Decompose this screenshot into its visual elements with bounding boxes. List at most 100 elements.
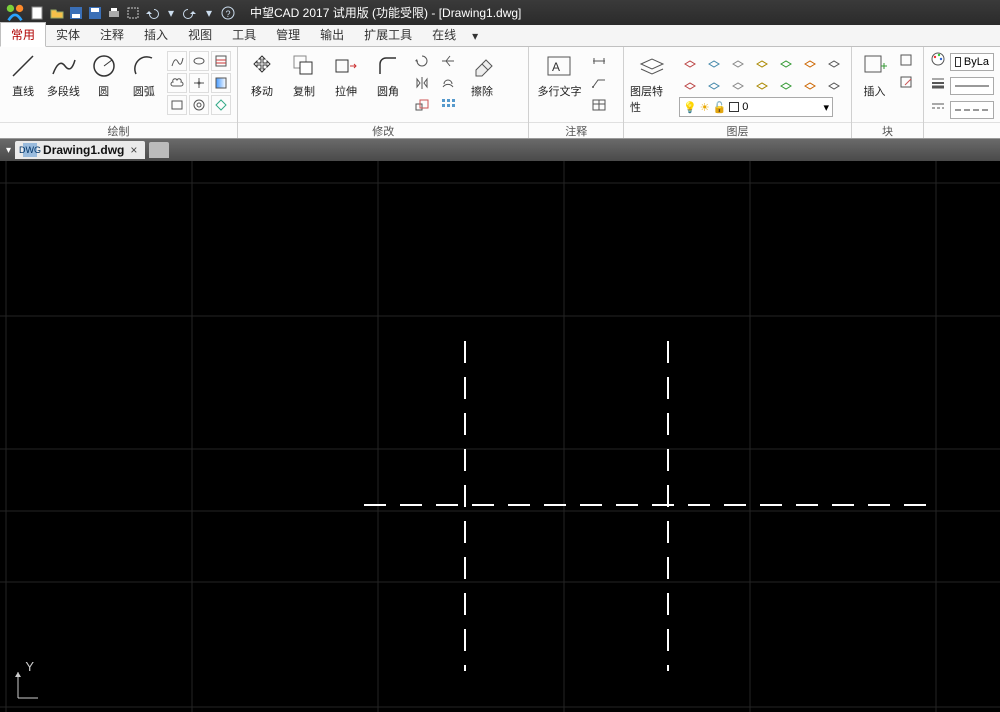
new-tab-button[interactable] xyxy=(149,142,169,158)
linetype-selector[interactable] xyxy=(950,101,994,119)
layer-on-icon[interactable] xyxy=(775,51,797,71)
drawing-canvas[interactable]: Y xyxy=(0,161,1000,712)
create-block-icon[interactable] xyxy=(897,51,917,71)
point-icon[interactable] xyxy=(189,73,209,93)
panel-draw-label: 绘制 xyxy=(0,122,237,138)
donut-icon[interactable] xyxy=(189,95,209,115)
edit-block-icon[interactable] xyxy=(897,73,917,93)
circle-label: 圆 xyxy=(98,83,109,99)
table-icon[interactable] xyxy=(589,95,609,115)
layer-thaw-icon[interactable] xyxy=(799,51,821,71)
rectangle-icon[interactable] xyxy=(167,95,187,115)
panel-properties: ByLa xyxy=(924,47,1000,138)
tab-online[interactable]: 在线 xyxy=(422,23,466,46)
linetype-icon xyxy=(930,99,946,120)
grid-lines xyxy=(0,161,1000,712)
tab-extension[interactable]: 扩展工具 xyxy=(354,23,422,46)
layer-off-icon[interactable] xyxy=(679,51,701,71)
insert-block-label: 插入 xyxy=(864,83,886,99)
hatch-icon[interactable] xyxy=(211,51,231,71)
open-icon[interactable] xyxy=(49,5,65,21)
array-icon[interactable] xyxy=(438,95,458,115)
tab-annotate[interactable]: 注释 xyxy=(90,23,134,46)
undo-icon[interactable] xyxy=(144,5,160,21)
spline-icon[interactable] xyxy=(167,51,187,71)
layer-props-icon xyxy=(637,51,667,81)
move-button[interactable]: 移动 xyxy=(244,51,280,99)
gradient-icon[interactable] xyxy=(211,73,231,93)
redo-icon[interactable] xyxy=(182,5,198,21)
fillet-button[interactable]: 圆角 xyxy=(370,51,406,99)
undo-dropdown-icon[interactable]: ▾ xyxy=(163,5,179,21)
lineweight-selector[interactable] xyxy=(950,77,994,95)
insert-block-button[interactable]: 插入 xyxy=(858,51,891,99)
document-tab-title: Drawing1.dwg xyxy=(43,143,124,157)
layer-match-icon[interactable] xyxy=(823,51,845,71)
tab-tools[interactable]: 工具 xyxy=(222,23,266,46)
tab-view[interactable]: 视图 xyxy=(178,23,222,46)
layer-t3-icon[interactable] xyxy=(727,74,749,94)
layer-t5-icon[interactable] xyxy=(775,74,797,94)
scale-icon[interactable] xyxy=(412,95,432,115)
saveas-icon[interactable] xyxy=(87,5,103,21)
layer-iso-icon[interactable] xyxy=(703,51,725,71)
ellipse-icon[interactable] xyxy=(189,51,209,71)
offset-icon[interactable] xyxy=(438,73,458,93)
mtext-icon: A xyxy=(544,51,574,81)
layer-color-swatch xyxy=(729,102,739,112)
redo-dropdown-icon[interactable]: ▾ xyxy=(201,5,217,21)
rotate-icon[interactable] xyxy=(412,51,432,71)
layer-t4-icon[interactable] xyxy=(751,74,773,94)
region-icon[interactable] xyxy=(211,95,231,115)
layer-t2-icon[interactable] xyxy=(703,74,725,94)
tab-solid[interactable]: 实体 xyxy=(46,23,90,46)
revcloud-icon[interactable] xyxy=(167,73,187,93)
tab-output[interactable]: 输出 xyxy=(310,23,354,46)
close-tab-icon[interactable]: × xyxy=(130,143,137,157)
window-title: 中望CAD 2017 试用版 (功能受限) - [Drawing1.dwg] xyxy=(250,4,521,21)
tab-manage[interactable]: 管理 xyxy=(266,23,310,46)
leader-icon[interactable] xyxy=(589,73,609,93)
document-tab[interactable]: DWG Drawing1.dwg × xyxy=(15,141,145,159)
circle-button[interactable]: 圆 xyxy=(87,51,121,99)
fillet-icon xyxy=(373,51,403,81)
layer-t7-icon[interactable] xyxy=(823,74,845,94)
tab-list-dropdown[interactable]: ▾ xyxy=(6,145,11,156)
layer-selector[interactable]: 💡 ☀ 🔓 0 ▾ xyxy=(679,97,833,117)
mtext-button[interactable]: A 多行文字 xyxy=(535,51,583,99)
polyline-label: 多段线 xyxy=(47,83,80,99)
line-button[interactable]: 直线 xyxy=(6,51,40,99)
layer-lock-icon[interactable] xyxy=(751,51,773,71)
print-icon[interactable] xyxy=(106,5,122,21)
new-icon[interactable] xyxy=(30,5,46,21)
layer-props-button[interactable]: 图层特性 xyxy=(630,51,673,115)
arc-button[interactable]: 圆弧 xyxy=(127,51,161,99)
copy-icon xyxy=(289,51,319,81)
tab-dropdown[interactable]: ▾ xyxy=(466,26,484,46)
layer-freeze-icon[interactable] xyxy=(727,51,749,71)
help-icon[interactable]: ? xyxy=(220,5,236,21)
panel-modify-label: 修改 xyxy=(238,122,528,138)
stretch-button[interactable]: 拉伸 xyxy=(328,51,364,99)
erase-button[interactable]: 擦除 xyxy=(464,51,500,99)
copy-button[interactable]: 复制 xyxy=(286,51,322,99)
tab-common[interactable]: 常用 xyxy=(0,22,46,47)
lock-status-icon: 🔓 xyxy=(713,101,727,114)
document-tab-bar: ▾ DWG Drawing1.dwg × xyxy=(0,139,1000,161)
dimension-icon[interactable] xyxy=(589,51,609,71)
circle-icon xyxy=(89,51,119,81)
block-mini xyxy=(897,51,917,93)
trim-icon[interactable] xyxy=(438,51,458,71)
layer-t1-icon[interactable] xyxy=(679,74,701,94)
plot-preview-icon[interactable] xyxy=(125,5,141,21)
tab-insert[interactable]: 插入 xyxy=(134,23,178,46)
mirror-icon[interactable] xyxy=(412,73,432,93)
bulb-icon: 💡 xyxy=(683,101,697,114)
annotate-mini xyxy=(589,51,609,115)
color-selector[interactable]: ByLa xyxy=(950,53,994,71)
layer-t6-icon[interactable] xyxy=(799,74,821,94)
line-icon xyxy=(8,51,38,81)
ribbon-tab-bar: 常用 实体 注释 插入 视图 工具 管理 输出 扩展工具 在线 ▾ xyxy=(0,25,1000,47)
polyline-button[interactable]: 多段线 xyxy=(46,51,80,99)
save-icon[interactable] xyxy=(68,5,84,21)
